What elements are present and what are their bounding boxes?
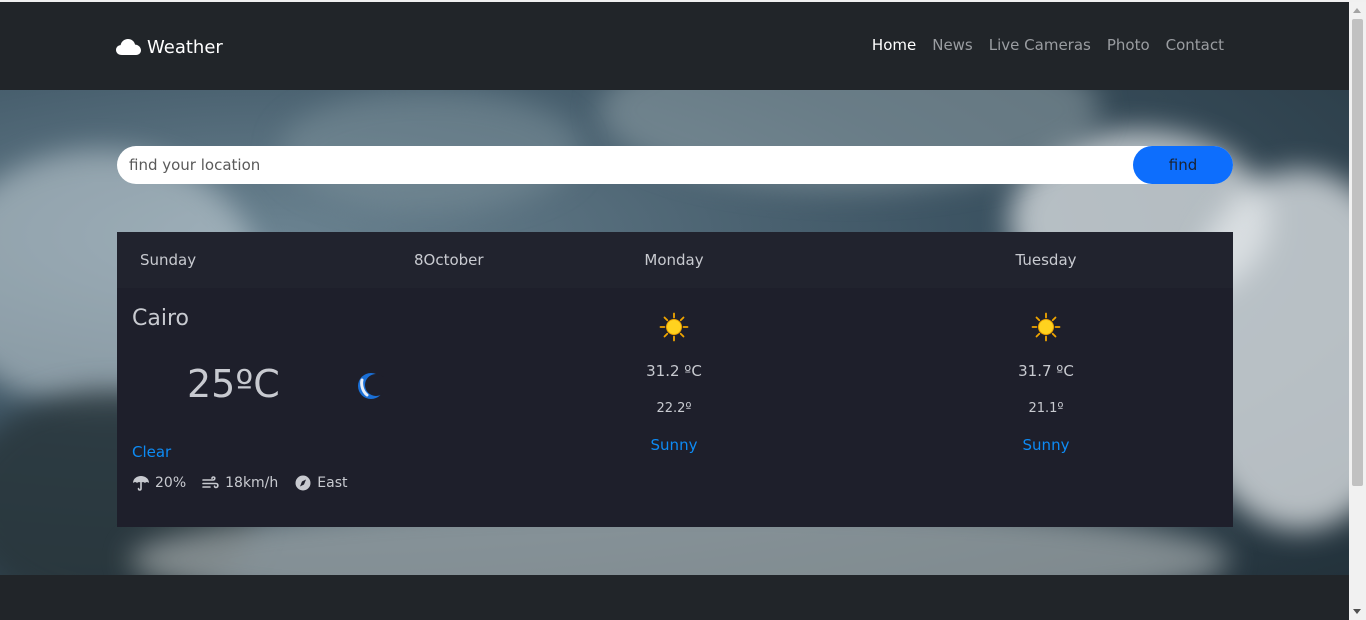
day-1-name: Monday <box>644 251 704 269</box>
forecast-day: 31.7 ºC 21.1º Sunny <box>946 288 1146 454</box>
forecast-header: Sunday 8October Monday Tuesday <box>117 232 1233 288</box>
moon-icon <box>358 373 384 399</box>
wind-speed: 18km/h <box>202 475 278 491</box>
wind-value: 18km/h <box>225 475 279 491</box>
max-temperature: 31.2 ºC <box>646 362 702 380</box>
today-date: 8October <box>414 251 484 269</box>
nav-live-cameras[interactable]: Live Cameras <box>989 36 1091 54</box>
page-scrollbar[interactable] <box>1349 2 1366 620</box>
weather-details: 20% 18km/h East <box>132 475 358 491</box>
max-temperature: 31.7 ºC <box>1018 362 1074 380</box>
nav-news[interactable]: News <box>932 36 973 54</box>
min-temperature: 21.1º <box>1028 401 1064 416</box>
footer <box>0 575 1349 620</box>
navbar: Weather Home News Live Cameras Photo Con… <box>0 2 1349 90</box>
city-name: Cairo <box>132 306 189 331</box>
rain-value: 20% <box>155 475 187 491</box>
today-day: Sunday <box>140 251 197 269</box>
sun-icon <box>659 312 689 342</box>
sun-icon <box>1031 312 1061 342</box>
brand-name: Weather <box>147 36 223 58</box>
search-bar: find <box>117 146 1233 184</box>
wind-icon <box>202 476 219 489</box>
forecast-day: 31.2 ºC 22.2º Sunny <box>574 288 774 454</box>
current-temperature: 25ºC <box>187 362 280 406</box>
current-condition: Clear <box>132 443 172 461</box>
min-temperature: 22.2º <box>656 401 692 416</box>
find-button[interactable]: find <box>1133 146 1233 184</box>
scroll-up-icon[interactable] <box>1353 8 1361 13</box>
nav-photo[interactable]: Photo <box>1107 36 1150 54</box>
direction-value: East <box>317 475 348 491</box>
wind-direction: East <box>294 475 348 491</box>
nav-contact[interactable]: Contact <box>1166 36 1224 54</box>
umbrella-icon <box>133 476 149 491</box>
scroll-down-icon[interactable] <box>1353 609 1361 614</box>
search-input[interactable] <box>117 146 1233 184</box>
nav-home[interactable]: Home <box>872 36 916 54</box>
day-condition: Sunny <box>1022 436 1070 454</box>
nav-links: Home News Live Cameras Photo Contact <box>872 36 1224 54</box>
brand[interactable]: Weather <box>116 35 223 59</box>
day-condition: Sunny <box>650 436 698 454</box>
forecast-card: Sunday 8October Monday Tuesday Cairo 25º… <box>117 232 1233 527</box>
day-2-name: Tuesday <box>1015 251 1077 269</box>
rain-chance: 20% <box>132 475 186 491</box>
scrollbar-thumb[interactable] <box>1352 19 1363 486</box>
compass-icon <box>295 475 311 491</box>
cloud-icon <box>116 39 141 55</box>
